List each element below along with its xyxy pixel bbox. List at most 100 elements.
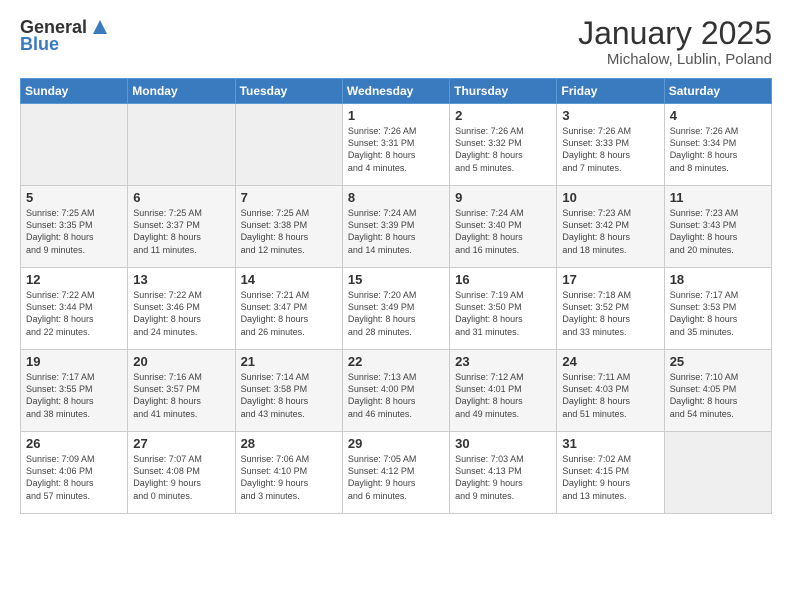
cell-info: Sunrise: 7:16 AM Sunset: 3:57 PM Dayligh… bbox=[133, 371, 229, 420]
cell-info: Sunrise: 7:24 AM Sunset: 3:40 PM Dayligh… bbox=[455, 207, 551, 256]
page: General Blue January 2025 Michalow, Lubl… bbox=[0, 0, 792, 612]
day-number: 17 bbox=[562, 272, 658, 287]
calendar-cell: 17Sunrise: 7:18 AM Sunset: 3:52 PM Dayli… bbox=[557, 268, 664, 350]
day-number: 13 bbox=[133, 272, 229, 287]
day-number: 18 bbox=[670, 272, 766, 287]
week-row-4: 19 Sunrise: 7:17 AM Sunset: 3:55 PM Dayli… bbox=[21, 350, 772, 432]
cell-info: Sunrise: 7:02 AM Sunset: 4:15 PM Dayligh… bbox=[562, 453, 658, 502]
cell-info: Sunrise: 7:12 AM Sunset: 4:01 PM Dayligh… bbox=[455, 371, 551, 420]
cell-info: Sunrise: 7:06 AM Sunset: 4:10 PM Dayligh… bbox=[241, 453, 337, 502]
day-number: 26 bbox=[26, 436, 122, 451]
day-number: 16 bbox=[455, 272, 551, 287]
cell-info: Sunrise: 7:03 AM Sunset: 4:13 PM Dayligh… bbox=[455, 453, 551, 502]
calendar-cell: 8 Sunrise: 7:24 AM Sunset: 3:39 PM Daylig… bbox=[342, 186, 449, 268]
cell-info: Sunrise: 7:17 AM Sunset: 3:55 PM Dayligh… bbox=[26, 371, 122, 420]
day-number: 6 bbox=[133, 190, 229, 205]
day-number: 31 bbox=[562, 436, 658, 451]
calendar-cell bbox=[235, 104, 342, 186]
day-number: 24 bbox=[562, 354, 658, 369]
calendar-cell: 18Sunrise: 7:17 AM Sunset: 3:53 PM Dayli… bbox=[664, 268, 771, 350]
calendar-cell: 15 Sunrise: 7:20 AM Sunset: 3:49 PM Dayli… bbox=[342, 268, 449, 350]
calendar-cell: 10Sunrise: 7:23 AM Sunset: 3:42 PM Dayli… bbox=[557, 186, 664, 268]
cell-info: Sunrise: 7:23 AM Sunset: 3:43 PM Dayligh… bbox=[670, 207, 766, 256]
calendar-cell bbox=[21, 104, 128, 186]
cell-info: Sunrise: 7:26 AM Sunset: 3:31 PM Dayligh… bbox=[348, 125, 444, 174]
week-row-3: 12 Sunrise: 7:22 AM Sunset: 3:44 PM Dayli… bbox=[21, 268, 772, 350]
calendar-cell: 6 Sunrise: 7:25 AM Sunset: 3:37 PM Daylig… bbox=[128, 186, 235, 268]
cell-info: Sunrise: 7:05 AM Sunset: 4:12 PM Dayligh… bbox=[348, 453, 444, 502]
day-number: 20 bbox=[133, 354, 229, 369]
day-number: 12 bbox=[26, 272, 122, 287]
calendar-cell: 20 Sunrise: 7:16 AM Sunset: 3:57 PM Dayli… bbox=[128, 350, 235, 432]
day-number: 8 bbox=[348, 190, 444, 205]
logo-icon bbox=[89, 16, 111, 38]
calendar-cell: 28 Sunrise: 7:06 AM Sunset: 4:10 PM Dayli… bbox=[235, 432, 342, 514]
week-row-1: 1Sunrise: 7:26 AM Sunset: 3:31 PM Daylig… bbox=[21, 104, 772, 186]
cell-info: Sunrise: 7:26 AM Sunset: 3:33 PM Dayligh… bbox=[562, 125, 658, 174]
title-block: January 2025 Michalow, Lublin, Poland bbox=[578, 16, 772, 68]
day-number: 28 bbox=[241, 436, 337, 451]
cell-info: Sunrise: 7:10 AM Sunset: 4:05 PM Dayligh… bbox=[670, 371, 766, 420]
calendar-cell: 11 Sunrise: 7:23 AM Sunset: 3:43 PM Dayli… bbox=[664, 186, 771, 268]
calendar-cell: 13 Sunrise: 7:22 AM Sunset: 3:46 PM Dayli… bbox=[128, 268, 235, 350]
calendar-cell: 25 Sunrise: 7:10 AM Sunset: 4:05 PM Dayli… bbox=[664, 350, 771, 432]
cell-info: Sunrise: 7:25 AM Sunset: 3:38 PM Dayligh… bbox=[241, 207, 337, 256]
cell-info: Sunrise: 7:22 AM Sunset: 3:44 PM Dayligh… bbox=[26, 289, 122, 338]
week-row-2: 5 Sunrise: 7:25 AM Sunset: 3:35 PM Daylig… bbox=[21, 186, 772, 268]
cell-info: Sunrise: 7:21 AM Sunset: 3:47 PM Dayligh… bbox=[241, 289, 337, 338]
col-tuesday: Tuesday bbox=[235, 79, 342, 104]
cell-info: Sunrise: 7:25 AM Sunset: 3:35 PM Dayligh… bbox=[26, 207, 122, 256]
day-number: 30 bbox=[455, 436, 551, 451]
day-number: 23 bbox=[455, 354, 551, 369]
calendar-cell: 30 Sunrise: 7:03 AM Sunset: 4:13 PM Dayli… bbox=[450, 432, 557, 514]
calendar-cell: 23 Sunrise: 7:12 AM Sunset: 4:01 PM Dayli… bbox=[450, 350, 557, 432]
calendar-table: Sunday Monday Tuesday Wednesday Thursday… bbox=[20, 78, 772, 514]
calendar-cell bbox=[128, 104, 235, 186]
day-number: 19 bbox=[26, 354, 122, 369]
cell-info: Sunrise: 7:23 AM Sunset: 3:42 PM Dayligh… bbox=[562, 207, 658, 256]
cell-info: Sunrise: 7:14 AM Sunset: 3:58 PM Dayligh… bbox=[241, 371, 337, 420]
header-row: Sunday Monday Tuesday Wednesday Thursday… bbox=[21, 79, 772, 104]
day-number: 9 bbox=[455, 190, 551, 205]
cell-info: Sunrise: 7:20 AM Sunset: 3:49 PM Dayligh… bbox=[348, 289, 444, 338]
cell-info: Sunrise: 7:24 AM Sunset: 3:39 PM Dayligh… bbox=[348, 207, 444, 256]
day-number: 22 bbox=[348, 354, 444, 369]
col-saturday: Saturday bbox=[664, 79, 771, 104]
calendar-cell: 14 Sunrise: 7:21 AM Sunset: 3:47 PM Dayli… bbox=[235, 268, 342, 350]
cell-info: Sunrise: 7:09 AM Sunset: 4:06 PM Dayligh… bbox=[26, 453, 122, 502]
calendar-cell: 4 Sunrise: 7:26 AM Sunset: 3:34 PM Daylig… bbox=[664, 104, 771, 186]
cell-info: Sunrise: 7:26 AM Sunset: 3:32 PM Dayligh… bbox=[455, 125, 551, 174]
calendar-cell: 31 Sunrise: 7:02 AM Sunset: 4:15 PM Dayli… bbox=[557, 432, 664, 514]
calendar-cell: 27Sunrise: 7:07 AM Sunset: 4:08 PM Dayli… bbox=[128, 432, 235, 514]
day-number: 5 bbox=[26, 190, 122, 205]
logo: General Blue bbox=[20, 16, 111, 55]
calendar-cell: 9 Sunrise: 7:24 AM Sunset: 3:40 PM Daylig… bbox=[450, 186, 557, 268]
calendar-cell: 12 Sunrise: 7:22 AM Sunset: 3:44 PM Dayli… bbox=[21, 268, 128, 350]
calendar-cell: 29Sunrise: 7:05 AM Sunset: 4:12 PM Dayli… bbox=[342, 432, 449, 514]
cell-info: Sunrise: 7:26 AM Sunset: 3:34 PM Dayligh… bbox=[670, 125, 766, 174]
cell-info: Sunrise: 7:19 AM Sunset: 3:50 PM Dayligh… bbox=[455, 289, 551, 338]
calendar-cell: 24 Sunrise: 7:11 AM Sunset: 4:03 PM Dayli… bbox=[557, 350, 664, 432]
cell-info: Sunrise: 7:22 AM Sunset: 3:46 PM Dayligh… bbox=[133, 289, 229, 338]
calendar-cell bbox=[664, 432, 771, 514]
day-number: 14 bbox=[241, 272, 337, 287]
calendar-cell: 16 Sunrise: 7:19 AM Sunset: 3:50 PM Dayli… bbox=[450, 268, 557, 350]
day-number: 15 bbox=[348, 272, 444, 287]
cell-info: Sunrise: 7:11 AM Sunset: 4:03 PM Dayligh… bbox=[562, 371, 658, 420]
day-number: 7 bbox=[241, 190, 337, 205]
col-friday: Friday bbox=[557, 79, 664, 104]
day-number: 11 bbox=[670, 190, 766, 205]
day-number: 27 bbox=[133, 436, 229, 451]
day-number: 25 bbox=[670, 354, 766, 369]
day-number: 2 bbox=[455, 108, 551, 123]
day-number: 4 bbox=[670, 108, 766, 123]
calendar-cell: 1Sunrise: 7:26 AM Sunset: 3:31 PM Daylig… bbox=[342, 104, 449, 186]
col-wednesday: Wednesday bbox=[342, 79, 449, 104]
col-sunday: Sunday bbox=[21, 79, 128, 104]
calendar-cell: 3Sunrise: 7:26 AM Sunset: 3:33 PM Daylig… bbox=[557, 104, 664, 186]
calendar-title: January 2025 bbox=[578, 16, 772, 51]
cell-info: Sunrise: 7:25 AM Sunset: 3:37 PM Dayligh… bbox=[133, 207, 229, 256]
calendar-cell: 22 Sunrise: 7:13 AM Sunset: 4:00 PM Dayli… bbox=[342, 350, 449, 432]
cell-info: Sunrise: 7:13 AM Sunset: 4:00 PM Dayligh… bbox=[348, 371, 444, 420]
calendar-cell: 7 Sunrise: 7:25 AM Sunset: 3:38 PM Daylig… bbox=[235, 186, 342, 268]
